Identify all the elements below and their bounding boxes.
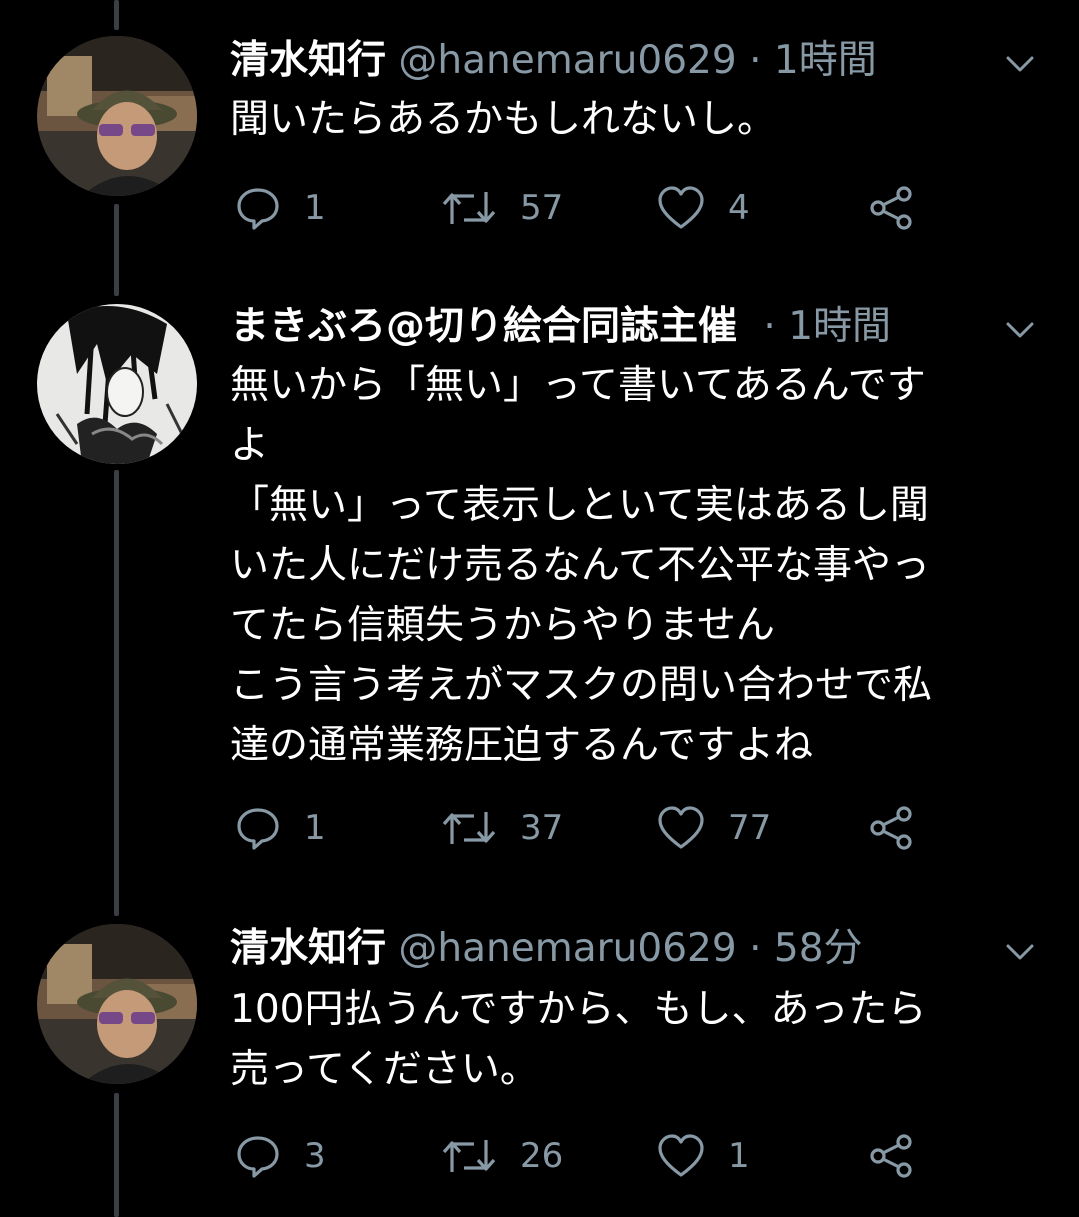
tweet-text-line: 売ってください。 [230, 1047, 539, 1092]
user-handle[interactable]: @hanemaru0629 [398, 38, 736, 83]
share-button[interactable] [866, 1126, 916, 1186]
reply-count: 1 [304, 808, 326, 848]
timestamp[interactable]: 1時間 [774, 38, 877, 83]
share-icon [870, 186, 912, 230]
retweet-count: 57 [520, 188, 564, 228]
tweet-text-line: 聞いたらあるかもしれないし。 [230, 97, 777, 142]
action-bar: 3 26 1 [0, 1126, 1079, 1186]
avatar[interactable] [37, 36, 197, 196]
timestamp[interactable]: 58分 [774, 926, 863, 971]
like-count: 4 [728, 188, 750, 228]
tweet[interactable]: まきぶろ@切り絵合同誌主催 · 1時間 無いから「無い」って書いてあるんです よ… [0, 290, 1079, 890]
tweet[interactable]: 清水知行 @hanemaru0629 · 1時間 聞いたらあるかもしれないし。 … [0, 0, 1079, 260]
separator-dot: · [749, 926, 762, 971]
retweet-icon [442, 1140, 496, 1172]
avatar-photo-icon [37, 924, 197, 1084]
reply-button[interactable]: 3 [234, 1126, 326, 1186]
retweet-count: 37 [520, 808, 564, 848]
share-button[interactable] [866, 178, 916, 238]
timestamp[interactable]: 1時間 [788, 304, 891, 349]
tweet[interactable]: 清水知行 @hanemaru0629 · 58分 100円払うんですから、もし、… [0, 900, 1079, 1217]
reply-icon [237, 808, 279, 850]
chevron-down-icon[interactable] [1002, 46, 1038, 82]
share-button[interactable] [866, 798, 916, 858]
retweet-button[interactable]: 57 [440, 178, 563, 238]
heart-icon [658, 806, 704, 849]
share-icon [870, 1134, 912, 1178]
display-name[interactable]: 清水知行 [230, 926, 386, 971]
tweet-text-line: よ [230, 423, 270, 468]
tweet-text-line: てたら信頼失うからやりません [230, 603, 775, 648]
reply-button[interactable]: 1 [234, 178, 326, 238]
reply-button[interactable]: 1 [234, 798, 326, 858]
tweet-text-line: 100円払うんですから、もし、あったら [230, 987, 927, 1032]
tweet-text-line: 達の通常業務圧迫するんですよね [230, 723, 814, 768]
action-bar: 1 37 77 [0, 798, 1079, 858]
retweet-count: 26 [520, 1136, 564, 1176]
heart-icon [658, 186, 704, 229]
chevron-down-icon[interactable] [1002, 312, 1038, 348]
heart-icon [658, 1134, 704, 1177]
tweet-text-line: こう言う考えがマスクの問い合わせで私 [230, 663, 933, 708]
tweet-header: 清水知行 @hanemaru0629 · 1時間 [230, 36, 877, 86]
reply-icon [237, 188, 279, 230]
separator-dot: · [763, 304, 776, 349]
reply-count: 3 [304, 1136, 326, 1176]
retweet-icon [442, 192, 496, 224]
tweet-text: 聞いたらあるかもしれないし。 [230, 90, 1050, 150]
user-handle[interactable]: @hanemaru0629 [398, 926, 736, 971]
action-bar: 1 57 4 [0, 178, 1079, 238]
avatar-photo-icon [37, 36, 197, 196]
reply-count: 1 [304, 188, 326, 228]
tweet-header: 清水知行 @hanemaru0629 · 58分 [230, 924, 863, 974]
reply-icon [237, 1136, 279, 1178]
display-name[interactable]: まきぶろ@切り絵合同誌主催 [230, 304, 737, 349]
avatar-illustration-icon [37, 304, 197, 464]
tweet-text-line: 「無い」って表示しといて実はあるし聞 [230, 483, 929, 528]
avatar[interactable] [37, 304, 197, 464]
tweet-text: 100円払うんですから、もし、あったら 売ってください。 [230, 980, 1050, 1100]
chevron-down-icon[interactable] [1002, 934, 1038, 970]
like-button[interactable]: 4 [656, 178, 750, 238]
tweet-header: まきぶろ@切り絵合同誌主催 · 1時間 [230, 302, 891, 352]
share-icon [870, 806, 912, 850]
retweet-icon [442, 812, 496, 844]
tweet-text-line: いた人にだけ売るなんて不公平な事やっ [230, 543, 931, 588]
tweet-text: 無いから「無い」って書いてあるんです よ 「無い」って表示しといて実はあるし聞 … [230, 356, 1050, 776]
like-count: 77 [728, 808, 772, 848]
separator-dot: · [749, 38, 762, 83]
tweet-text-line: 無いから「無い」って書いてあるんです [230, 363, 926, 408]
retweet-button[interactable]: 26 [440, 1126, 563, 1186]
avatar[interactable] [37, 924, 197, 1084]
like-count: 1 [728, 1136, 750, 1176]
display-name[interactable]: 清水知行 [230, 38, 386, 83]
like-button[interactable]: 1 [656, 1126, 750, 1186]
like-button[interactable]: 77 [656, 798, 771, 858]
retweet-button[interactable]: 37 [440, 798, 563, 858]
